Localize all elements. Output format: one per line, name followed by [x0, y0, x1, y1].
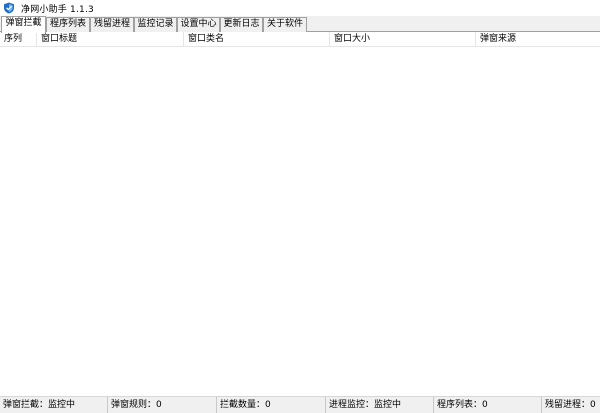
- table-header: 序列 窗口标题 窗口类名 窗口大小 弹窗来源: [0, 32, 600, 47]
- status-popup-block: 弹窗拦截：监控中: [0, 397, 108, 413]
- status-process-monitor: 进程监控：监控中: [326, 397, 434, 413]
- status-bar: 弹窗拦截：监控中 弹窗规则：0 拦截数量：0 进程监控：监控中 程序列表：0 残…: [0, 396, 600, 413]
- tab-about[interactable]: 关于软件: [263, 17, 307, 32]
- popup-list-panel: 序列 窗口标题 窗口类名 窗口大小 弹窗来源: [0, 32, 600, 396]
- column-header-window-size[interactable]: 窗口大小: [330, 32, 476, 46]
- tab-settings[interactable]: 设置中心: [177, 17, 220, 32]
- tab-strip: 弹窗拦截 程序列表 残留进程 监控记录 设置中心 更新日志 关于软件: [0, 16, 600, 33]
- column-header-index[interactable]: 序列: [0, 32, 37, 46]
- status-popup-rules: 弹窗规则：0: [108, 397, 217, 413]
- status-program-list: 程序列表：0: [434, 397, 542, 413]
- tab-residual-process[interactable]: 残留进程: [90, 17, 134, 32]
- status-residual-process: 残留进程：0: [545, 400, 596, 410]
- tab-program-list[interactable]: 程序列表: [46, 17, 90, 32]
- column-header-window-class[interactable]: 窗口类名: [184, 32, 330, 46]
- column-header-popup-source[interactable]: 弹窗来源: [476, 32, 600, 46]
- shield-icon: [3, 2, 15, 14]
- tab-changelog[interactable]: 更新日志: [220, 17, 263, 32]
- title-bar: 净网小助手 1.1.3: [0, 0, 600, 16]
- window-title: 净网小助手 1.1.3: [21, 4, 94, 15]
- tab-popup-block[interactable]: 弹窗拦截: [1, 16, 46, 33]
- column-header-window-title[interactable]: 窗口标题: [37, 32, 184, 46]
- status-block-count: 拦截数量：0: [217, 397, 326, 413]
- tab-monitor-log[interactable]: 监控记录: [134, 17, 177, 32]
